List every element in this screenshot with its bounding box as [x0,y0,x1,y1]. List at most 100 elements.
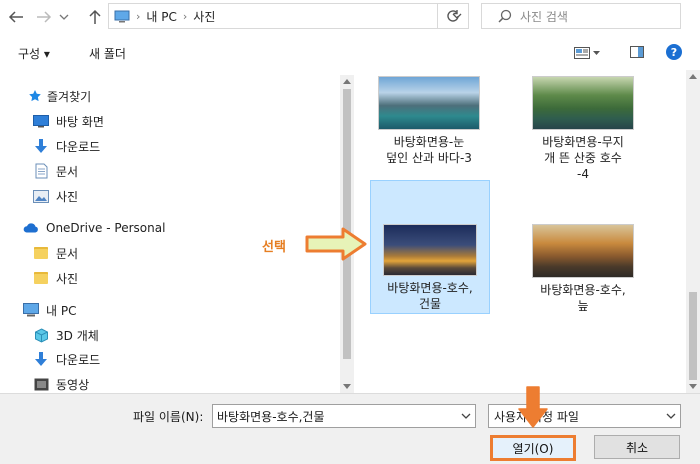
open-button[interactable]: 열기(O) [490,435,576,461]
search-placeholder: 사진 검색 [520,9,568,24]
video-icon [33,376,49,392]
cube-icon [33,327,49,343]
cancel-button[interactable]: 취소 [594,435,680,459]
folder-icon [33,245,49,261]
sidebar-item-label: 바탕 화면 [56,114,104,129]
sidebar-item-downloads[interactable]: 다운로드 [33,135,100,157]
file-name-line: 바탕화면용-눈 [393,135,465,149]
content-scroll-thumb[interactable] [689,292,697,380]
search-box[interactable]: 사진 검색 [481,3,681,29]
sidebar-item-label: 3D 개체 [56,328,99,343]
filename-value: 바탕화면용-호수,건물 [217,409,325,424]
sidebar-item-onedrive-pictures[interactable]: 사진 [33,267,78,289]
sidebar-item-label: 사진 [56,271,79,286]
content-scrollbar[interactable] [686,70,700,393]
organize-menu-button[interactable]: 구성 ▾ [18,45,50,62]
chevron-down-icon [461,413,471,419]
sidebar-item-pictures[interactable]: 사진 [33,185,78,207]
file-list: 바탕화면용-눈 덮인 산과 바다-3 바탕화면용-무지 개 뜬 산중 호수 -4… [355,70,685,393]
scroll-up-icon [689,74,697,79]
breadcrumb-my-pc[interactable]: 내 PC [146,8,176,25]
sidebar-item-this-pc[interactable]: 내 PC [23,299,76,321]
search-icon [498,9,512,23]
cancel-button-label: 취소 [625,440,649,455]
filetype-dropdown-button[interactable] [662,413,680,419]
select-annotation-label: 선택 [262,240,286,255]
file-name-line: 건물 [418,297,442,311]
filename-label: 파일 이름(N): [133,410,204,424]
folder-icon [33,270,49,286]
view-options-button[interactable] [574,44,602,62]
breadcrumb-separator-icon: › [182,9,188,23]
sidebar-item-videos[interactable]: 동영상 [33,373,89,393]
file-tile[interactable]: 바탕화면용-무지 개 뜬 산중 호수 -4 [531,76,635,182]
recent-locations-button[interactable] [57,7,71,27]
sidebar-item-documents[interactable]: 문서 [33,160,78,182]
filename-dropdown-button[interactable] [457,413,475,419]
sidebar-item-desktop[interactable]: 바탕 화면 [33,110,104,132]
cloud-icon [23,220,39,236]
sidebar-item-label: 문서 [56,164,79,179]
back-arrow-icon [8,11,23,23]
file-tile[interactable]: 바탕화면용-눈 덮인 산과 바다-3 [377,76,481,166]
sidebar-item-label: 문서 [56,246,79,261]
open-button-label: 열기(O) [512,441,554,456]
forward-arrow-icon [37,11,52,23]
scroll-down-icon [343,384,351,389]
thumbnail-image [378,76,480,130]
annotation-arrow-right-icon [305,227,367,261]
sidebar-item-label: 다운로드 [56,352,101,367]
thumbnail-image [532,224,634,278]
navigation-pane: 즐겨찾기 바탕 화면 다운로드 문서 사진 OneDrive - Persona… [0,75,341,393]
pc-icon [114,10,130,23]
preview-pane-icon [630,46,644,58]
download-icon [33,138,49,154]
sidebar-item-favorites[interactable]: 즐겨찾기 [27,85,91,107]
sidebar-item-label: 내 PC [46,303,77,318]
chevron-down-icon [666,413,676,419]
up-button[interactable] [84,7,106,27]
file-name-line: 바탕화면용-호수, [387,281,473,295]
sidebar-item-label: OneDrive - Personal [46,221,166,235]
file-tile[interactable]: 바탕화면용-호수, 늪 [531,224,635,314]
address-bar[interactable]: › 내 PC › 사진 [108,3,469,29]
file-name-line: 개 뜬 산중 호수 [544,151,622,165]
sidebar-scroll-thumb[interactable] [343,89,351,359]
view-icon [574,47,590,59]
help-icon: ? [670,45,678,59]
sidebar-item-pc-downloads[interactable]: 다운로드 [33,348,100,370]
chevron-down-icon [593,50,600,55]
sidebar-item-3d-objects[interactable]: 3D 개체 [33,324,99,346]
file-tile-selected[interactable]: 바탕화면용-호수, 건물 [370,180,490,314]
forward-button[interactable] [33,7,55,27]
breadcrumb-pictures[interactable]: 사진 [193,8,215,25]
file-name-line: 바탕화면용-호수, [540,283,626,297]
back-button[interactable] [5,7,27,27]
pictures-icon [33,188,49,204]
dialog-footer: 파일 이름(N): 바탕화면용-호수,건물 사용자 지정 파일 열기(O) 취소 [0,393,700,464]
sidebar-item-label: 다운로드 [56,139,101,154]
breadcrumb-separator-icon: › [136,9,141,23]
preview-pane-button[interactable] [628,44,646,60]
sidebar-item-onedrive-documents[interactable]: 문서 [33,242,78,264]
document-icon [33,163,49,179]
new-folder-button[interactable]: 새 폴더 [89,45,126,62]
refresh-icon [447,10,459,22]
file-name-line: -4 [577,167,589,181]
refresh-button[interactable] [437,4,468,28]
sidebar-item-onedrive[interactable]: OneDrive - Personal [23,217,165,239]
star-icon [27,88,43,104]
sidebar-item-label: 사진 [56,189,79,204]
file-name-line: 늪 [577,299,589,313]
annotation-arrow-down-icon [518,386,548,428]
scroll-up-icon [343,79,351,84]
filetype-select[interactable]: 사용자 지정 파일 [488,404,681,428]
file-name-line: 바탕화면용-무지 [542,135,624,149]
filename-input[interactable]: 바탕화면용-호수,건물 [212,404,476,428]
thumbnail-image [532,76,634,130]
help-button[interactable]: ? [666,44,682,60]
pc-icon [23,302,39,318]
sidebar-item-label: 동영상 [56,377,90,392]
up-arrow-icon [89,9,101,24]
thumbnail-image [383,224,477,276]
